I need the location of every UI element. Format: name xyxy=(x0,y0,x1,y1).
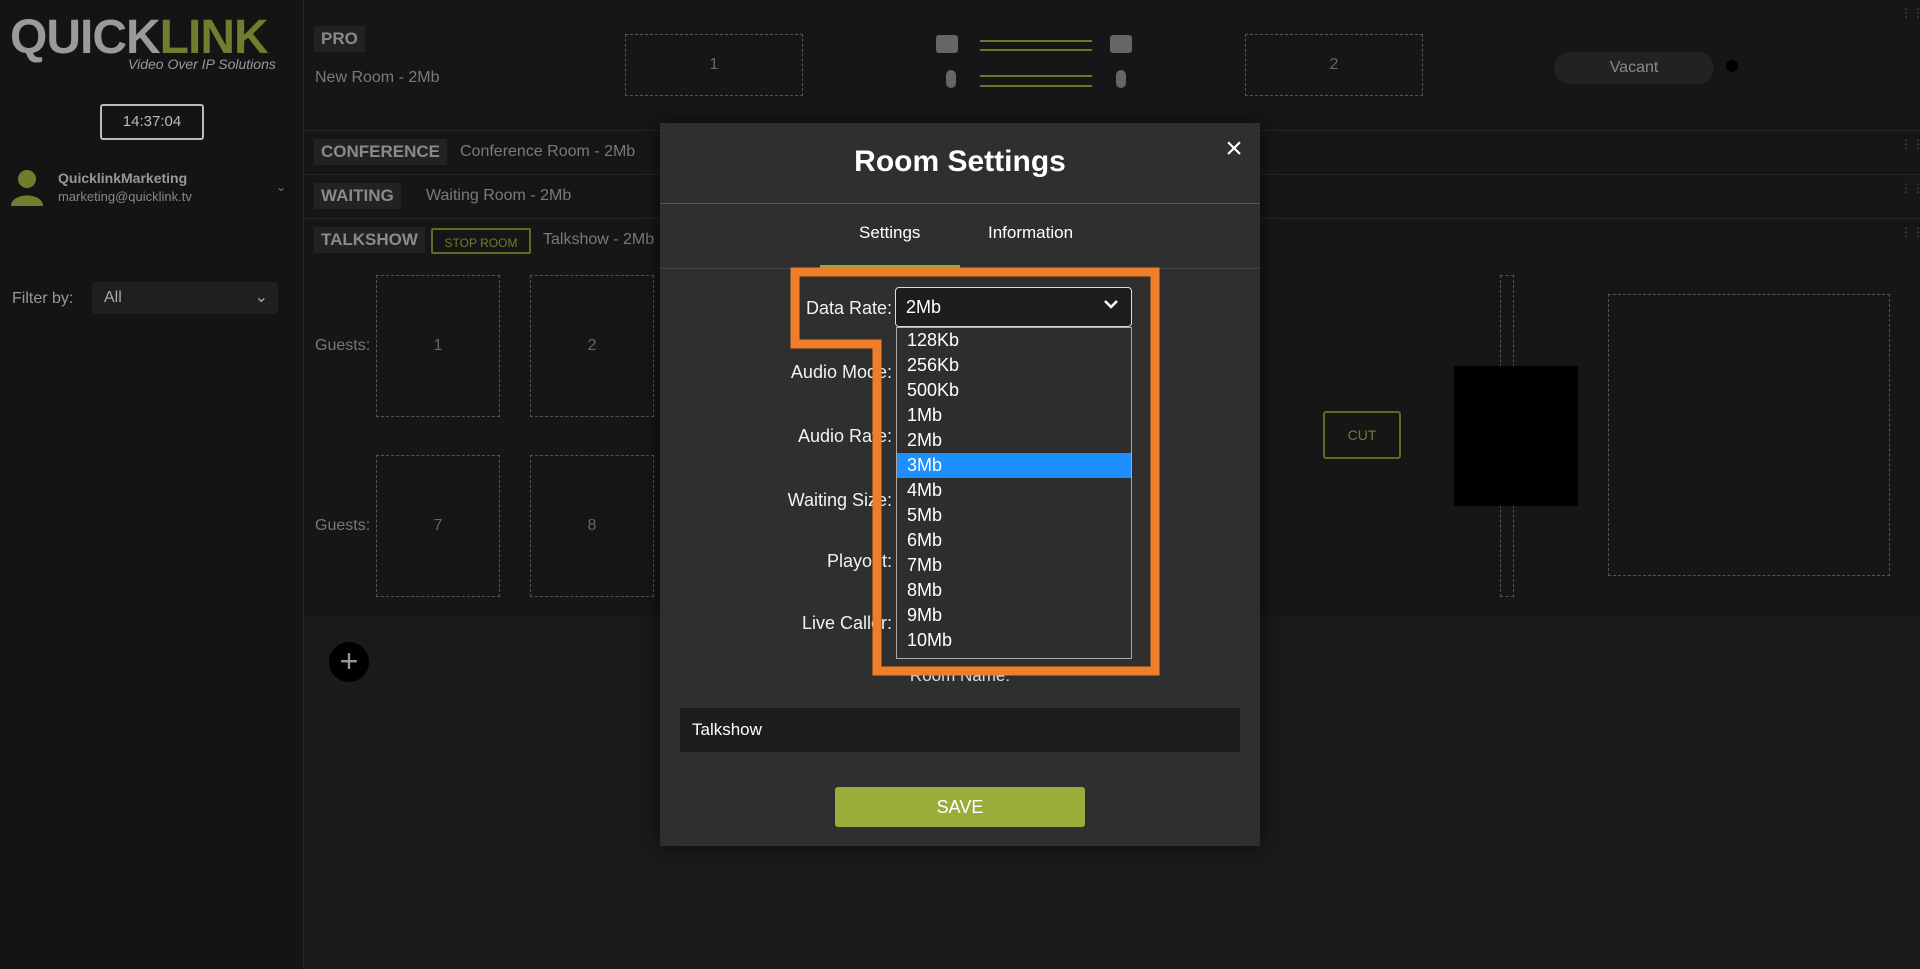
data-rate-select[interactable]: 2Mb xyxy=(895,287,1132,327)
guests-label: Guests: xyxy=(315,337,371,354)
program-preview xyxy=(1454,366,1578,506)
divider xyxy=(660,203,1260,204)
data-rate-option[interactable]: 10Mb xyxy=(897,628,1131,653)
status-dot xyxy=(1726,60,1738,72)
room-row-pro: PRO New Room - 2Mb 1 2 Vacant ⋮⋮ xyxy=(304,0,1920,131)
data-rate-option[interactable]: 5Mb xyxy=(897,503,1131,528)
camera-icon xyxy=(1110,35,1132,53)
user-name[interactable]: QuicklinkMarketing xyxy=(58,170,187,186)
data-rate-option[interactable]: 8Mb xyxy=(897,578,1131,603)
audio-rate-label: Audio Rate: xyxy=(797,426,892,446)
video-slot-2[interactable]: 2 xyxy=(1245,34,1423,96)
chevron-down-icon[interactable]: ⌄ xyxy=(276,180,286,194)
data-rate-option[interactable]: 6Mb xyxy=(897,528,1131,553)
microphone-icon xyxy=(1116,70,1126,88)
tab-settings[interactable]: Settings xyxy=(859,223,920,243)
sidebar: QUICKLINK Video Over IP Solutions 14:37:… xyxy=(0,0,304,969)
room-name-conference: Conference Room - 2Mb xyxy=(460,143,636,160)
guest-slot[interactable]: 8 xyxy=(530,455,654,597)
room-name-talkshow: Talkshow - 2Mb xyxy=(543,231,655,248)
arrow-left-icon xyxy=(980,49,1092,51)
drag-handle-icon[interactable]: ⋮⋮ xyxy=(1900,225,1920,239)
stop-room-button[interactable]: STOP ROOM xyxy=(431,228,531,254)
drag-handle-icon[interactable]: ⋮⋮ xyxy=(1900,181,1920,195)
data-rate-option[interactable]: 2Mb xyxy=(897,428,1131,453)
guest-slot[interactable]: 1 xyxy=(376,275,500,417)
room-name-label: Room Name: xyxy=(909,666,1011,685)
room-settings-dialog: Room Settings × Settings Information Dat… xyxy=(660,123,1260,846)
microphone-icon xyxy=(946,70,956,88)
cut-button[interactable]: CUT xyxy=(1323,411,1401,459)
divider xyxy=(660,268,1260,269)
camera-icon xyxy=(936,35,958,53)
filter-value: All xyxy=(104,289,122,306)
filter-label: Filter by: xyxy=(12,290,74,307)
arrow-right-icon xyxy=(980,75,1092,77)
output-slot[interactable] xyxy=(1608,294,1890,576)
data-rate-option[interactable]: 9Mb xyxy=(897,603,1131,628)
room-tag-talkshow: TALKSHOW xyxy=(314,227,425,253)
logo-tagline: Video Over IP Solutions xyxy=(128,56,276,72)
guest-slot[interactable]: 2 xyxy=(530,275,654,417)
user-avatar-icon xyxy=(11,170,43,206)
data-rate-option[interactable]: 256Kb xyxy=(897,353,1131,378)
user-email: marketing@quicklink.tv xyxy=(58,189,192,204)
chevron-down-icon: ⌄ xyxy=(254,289,268,306)
data-rate-label: Data Rate: xyxy=(805,298,892,318)
data-rate-option[interactable]: 4Mb xyxy=(897,478,1131,503)
room-tag-waiting: WAITING xyxy=(314,183,401,209)
live-caller-label: Live Caller: xyxy=(801,613,892,633)
status-toggle[interactable]: Vacant xyxy=(1554,52,1714,84)
data-rate-option[interactable]: 500Kb xyxy=(897,378,1131,403)
room-tag-pro: PRO xyxy=(314,26,365,52)
save-button[interactable]: SAVE xyxy=(835,787,1085,827)
playout-label: Playout: xyxy=(826,551,892,571)
data-rate-options-list: 128Kb 256Kb 500Kb 1Mb 2Mb 3Mb 4Mb 5Mb 6Mb 7Mb 8Mb 9… xyxy=(896,327,1132,659)
room-name-pro: New Room - 2Mb xyxy=(315,69,440,86)
arrow-right-icon xyxy=(980,40,1092,42)
room-name-value: Talkshow xyxy=(692,720,762,739)
tab-information[interactable]: Information xyxy=(988,223,1073,243)
room-name-input[interactable]: Talkshow xyxy=(680,708,1240,752)
data-rate-option[interactable]: 3Mb xyxy=(897,453,1131,478)
chevron-down-icon xyxy=(1104,300,1118,309)
data-rate-option[interactable]: 7Mb xyxy=(897,553,1131,578)
clock: 14:37:04 xyxy=(100,104,204,140)
audio-mode-label: Audio Mode: xyxy=(790,362,892,382)
data-rate-value: 2Mb xyxy=(906,297,942,317)
arrow-left-icon xyxy=(980,85,1092,87)
room-tag-conference: CONFERENCE xyxy=(314,139,448,165)
room-name-waiting: Waiting Room - 2Mb xyxy=(426,187,572,204)
video-slot-1[interactable]: 1 xyxy=(625,34,803,96)
drag-handle-icon[interactable]: ⋮⋮ xyxy=(1900,6,1920,20)
guest-slot[interactable]: 7 xyxy=(376,455,500,597)
data-rate-option[interactable]: 1Mb xyxy=(897,403,1131,428)
waiting-size-label: Waiting Size: xyxy=(787,490,892,510)
add-room-button[interactable]: + xyxy=(329,642,369,682)
filter-select[interactable]: All ⌄ xyxy=(92,282,278,314)
data-rate-option[interactable]: 128Kb xyxy=(897,328,1131,353)
dialog-title: Room Settings xyxy=(854,145,1066,178)
drag-handle-icon[interactable]: ⋮⋮ xyxy=(1900,137,1920,151)
guests-label: Guests: xyxy=(315,517,371,534)
close-icon[interactable]: × xyxy=(1222,134,1246,164)
